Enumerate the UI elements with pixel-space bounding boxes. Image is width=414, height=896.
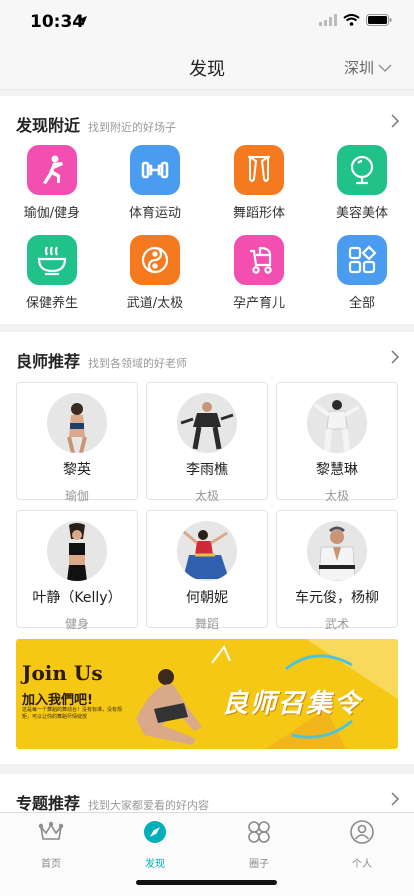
chevron-right-icon[interactable] (390, 350, 400, 364)
topics-header[interactable]: 专题推荐 找到大家都爱看的好内容 (16, 790, 209, 814)
banner-join-text: Join Us (22, 661, 103, 685)
teacher-field: 舞蹈 (194, 617, 219, 631)
teacher-card[interactable]: 黎慧琳 太极 (276, 382, 398, 503)
category-parenting[interactable]: 孕产育儿 (219, 235, 299, 311)
tab-label: 个人 (352, 859, 372, 870)
teacher-name: 黎慧琳 (316, 462, 358, 478)
avatar (307, 393, 367, 453)
tab-label: 圈子 (249, 859, 269, 870)
teacher-field: 瑜伽 (64, 489, 89, 503)
chevron-down-icon (378, 64, 392, 72)
avatar (307, 521, 367, 581)
category-label: 瑜伽/健身 (23, 206, 81, 221)
chevron-right-icon[interactable] (390, 114, 400, 128)
stroller-icon (234, 235, 284, 285)
teacher-card[interactable]: 叶静（Kelly） 健身 (16, 510, 138, 631)
status-indicators (319, 14, 392, 26)
category-yoga-fitness[interactable]: 瑜伽/健身 (12, 145, 92, 221)
tab-profile[interactable]: 个人 (322, 819, 402, 870)
banner-fine-print: 这是每一个舞蹈的舞动台！没有标准，没有规矩，可以让你的舞蹈尽情绽放 (22, 707, 123, 720)
teacher-field: 武术 (324, 617, 349, 631)
category-beauty[interactable]: 美容美体 (322, 145, 402, 221)
nearby-title: 发现附近 (16, 116, 81, 135)
mirror-icon (337, 145, 387, 195)
nav-bar: 发现 深圳 (0, 44, 414, 90)
teachers-title: 良师推荐 (16, 352, 81, 371)
dumbbell-icon (130, 145, 180, 195)
nearby-subtitle: 找到附近的好场子 (88, 121, 177, 134)
teachers-header[interactable]: 良师推荐 找到各领域的好老师 (16, 348, 187, 372)
city-selector[interactable]: 深圳 (344, 57, 392, 78)
crown-icon (38, 821, 64, 840)
teacher-field: 太极 (194, 489, 219, 503)
city-label: 深圳 (343, 59, 374, 77)
recruit-banner[interactable]: Join Us 加入我們吧! 这是每一个舞蹈的舞动台！没有标准，没有规矩，可以让… (16, 639, 398, 749)
location-arrow-icon (77, 16, 87, 26)
battery-icon (366, 14, 392, 26)
category-sports[interactable]: 体育运动 (115, 145, 195, 221)
category-label: 全部 (348, 296, 375, 311)
category-label: 美容美体 (335, 206, 388, 221)
ballet-shoes-icon (234, 145, 284, 195)
nearby-header[interactable]: 发现附近 找到附近的好场子 (16, 112, 176, 136)
teacher-name: 车元俊，杨柳 (295, 590, 379, 606)
teacher-field: 健身 (64, 617, 89, 631)
category-label: 孕产育儿 (232, 296, 285, 311)
tab-label: 发现 (145, 859, 165, 870)
health-bowl-icon (27, 235, 77, 285)
teacher-name: 黎英 (63, 462, 91, 478)
home-indicator (136, 880, 277, 885)
taiji-icon (130, 235, 180, 285)
tab-home[interactable]: 首页 (11, 819, 91, 870)
category-all[interactable]: 全部 (322, 235, 402, 311)
teacher-name: 叶静（Kelly） (32, 590, 122, 606)
avatar (177, 521, 237, 581)
chevron-right-icon[interactable] (390, 792, 400, 806)
banner-slogan: 良师召集令 (222, 689, 363, 719)
teachers-subtitle: 找到各领域的好老师 (88, 357, 188, 370)
status-bar: 10:34 (0, 0, 414, 44)
nearby-section: 发现附近 找到附近的好场子 瑜伽/健身 体育运动 舞蹈形体 美容美体 保健养生 (0, 96, 414, 324)
compass-icon (144, 821, 166, 843)
avatar (47, 393, 107, 453)
tab-label: 首页 (41, 859, 61, 870)
category-label: 武道/太极 (126, 296, 184, 311)
category-label: 保健养生 (25, 296, 78, 311)
wifi-icon (343, 14, 360, 26)
yoga-icon (27, 145, 77, 195)
teacher-name: 何朝妮 (186, 590, 228, 606)
teacher-name: 李雨樵 (186, 462, 228, 478)
circles-grid-icon (248, 821, 270, 843)
grid-icon (337, 235, 387, 285)
topics-title: 专题推荐 (16, 794, 81, 813)
teacher-field: 太极 (324, 489, 349, 503)
category-martial-arts[interactable]: 武道/太极 (115, 235, 195, 311)
category-health[interactable]: 保健养生 (12, 235, 92, 311)
teacher-card[interactable]: 何朝妮 舞蹈 (146, 510, 268, 631)
avatar (47, 521, 107, 581)
tab-discover[interactable]: 发现 (115, 819, 195, 870)
teacher-card[interactable]: 车元俊，杨柳 武术 (276, 510, 398, 631)
category-dance[interactable]: 舞蹈形体 (219, 145, 299, 221)
person-icon (350, 820, 374, 844)
category-label: 体育运动 (128, 206, 181, 221)
tab-circles[interactable]: 圈子 (219, 819, 299, 870)
avatar (177, 393, 237, 453)
banner-join-cn: 加入我們吧! (22, 693, 93, 708)
topics-subtitle: 找到大家都爱看的好内容 (88, 799, 210, 812)
teacher-card[interactable]: 黎英 瑜伽 (16, 382, 138, 503)
signal-icon (319, 14, 337, 26)
teacher-card[interactable]: 李雨樵 太极 (146, 382, 268, 503)
category-label: 舞蹈形体 (232, 206, 285, 221)
